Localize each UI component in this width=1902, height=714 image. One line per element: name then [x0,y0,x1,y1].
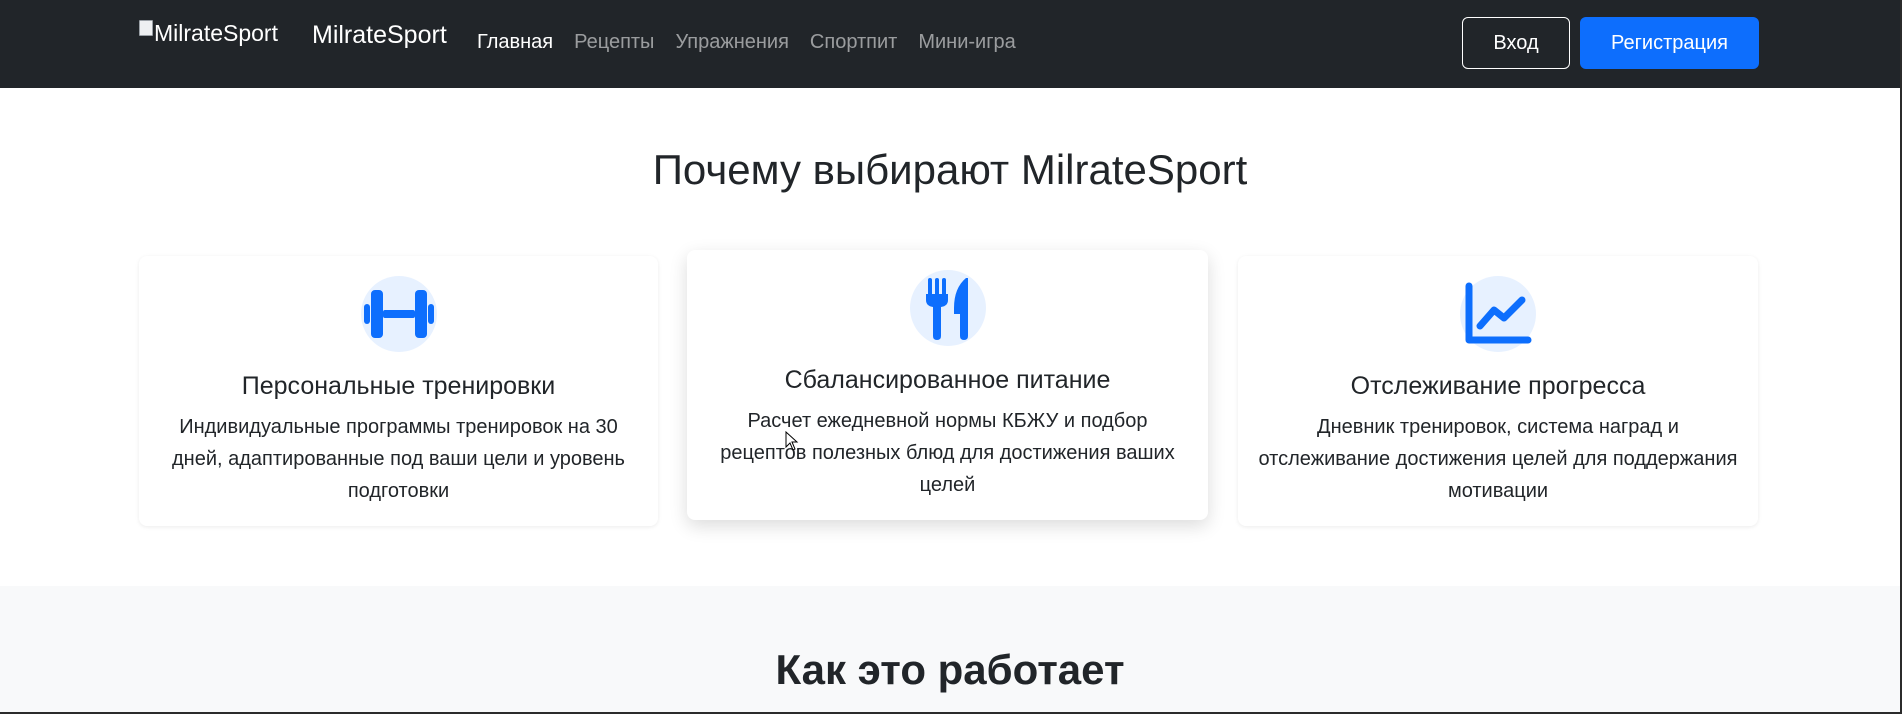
register-button[interactable]: Регистрация [1580,17,1759,69]
card-text-line: рецептов полезных блюд для достижения ва… [720,442,1175,464]
card-description: Дневник тренировок, система наград и отс… [1258,411,1738,507]
utensils-icon [909,270,986,346]
logo-alt-text: MilrateSport [154,20,278,46]
nav-link-home[interactable]: Главная [477,31,553,54]
how-it-works-title: Как это работает [775,646,1125,693]
feature-card-nutrition: Сбалансированное питание Расчет ежедневн… [687,250,1208,520]
card-text-line: подготовки [347,480,450,502]
card-title: Сбалансированное питание [784,366,1111,394]
main-nav: Главная Рецепты Упражнения Спортпит Мини… [477,31,1037,54]
feature-card-training: Персональные тренировки Индивидуальные п… [139,256,658,526]
card-title: Отслеживание прогресса [1350,372,1646,400]
login-button[interactable]: Вход [1462,17,1570,69]
card-text-line: отслеживание достижения целей для поддер… [1258,448,1738,470]
brand-link[interactable]: MilrateSport [312,21,447,50]
card-description: Индивидуальные программы тренировок на 3… [159,411,638,507]
card-title: Персональные тренировки [241,372,556,400]
broken-image-icon [139,19,153,36]
card-text-line: Расчет ежедневной нормы КБЖУ и подбор [747,410,1148,432]
card-text-line: мотивации [1447,480,1549,502]
card-description: Расчет ежедневной нормы КБЖУ и подбор ре… [707,405,1188,501]
feature-card-progress: Отслеживание прогресса Дневник тренирово… [1238,256,1758,526]
features-title: Почему выбирают MilrateSport [652,146,1248,193]
mouse-cursor-icon [785,431,799,451]
nav-link-mini-game[interactable]: Мини-игра [918,31,1015,54]
navbar: MilrateSport MilrateSport Главная Рецепт… [0,0,1902,88]
nav-link-sport-nutrition[interactable]: Спортпит [810,31,897,54]
card-text-line: Индивидуальные программы тренировок на 3… [179,416,618,438]
how-it-works-section: Как это работает [0,586,1900,714]
card-text-line: дней, адаптированные под ваши цели и уро… [172,448,625,470]
card-text-line: Дневник тренировок, система наград и [1317,416,1679,438]
dumbbell-icon [360,276,437,352]
nav-link-exercises[interactable]: Упражнения [675,31,788,54]
logo-image[interactable]: MilrateSport [139,19,278,47]
card-text-line: целей [919,474,976,496]
chart-line-icon [1460,276,1536,352]
nav-link-recipes[interactable]: Рецепты [574,31,654,54]
